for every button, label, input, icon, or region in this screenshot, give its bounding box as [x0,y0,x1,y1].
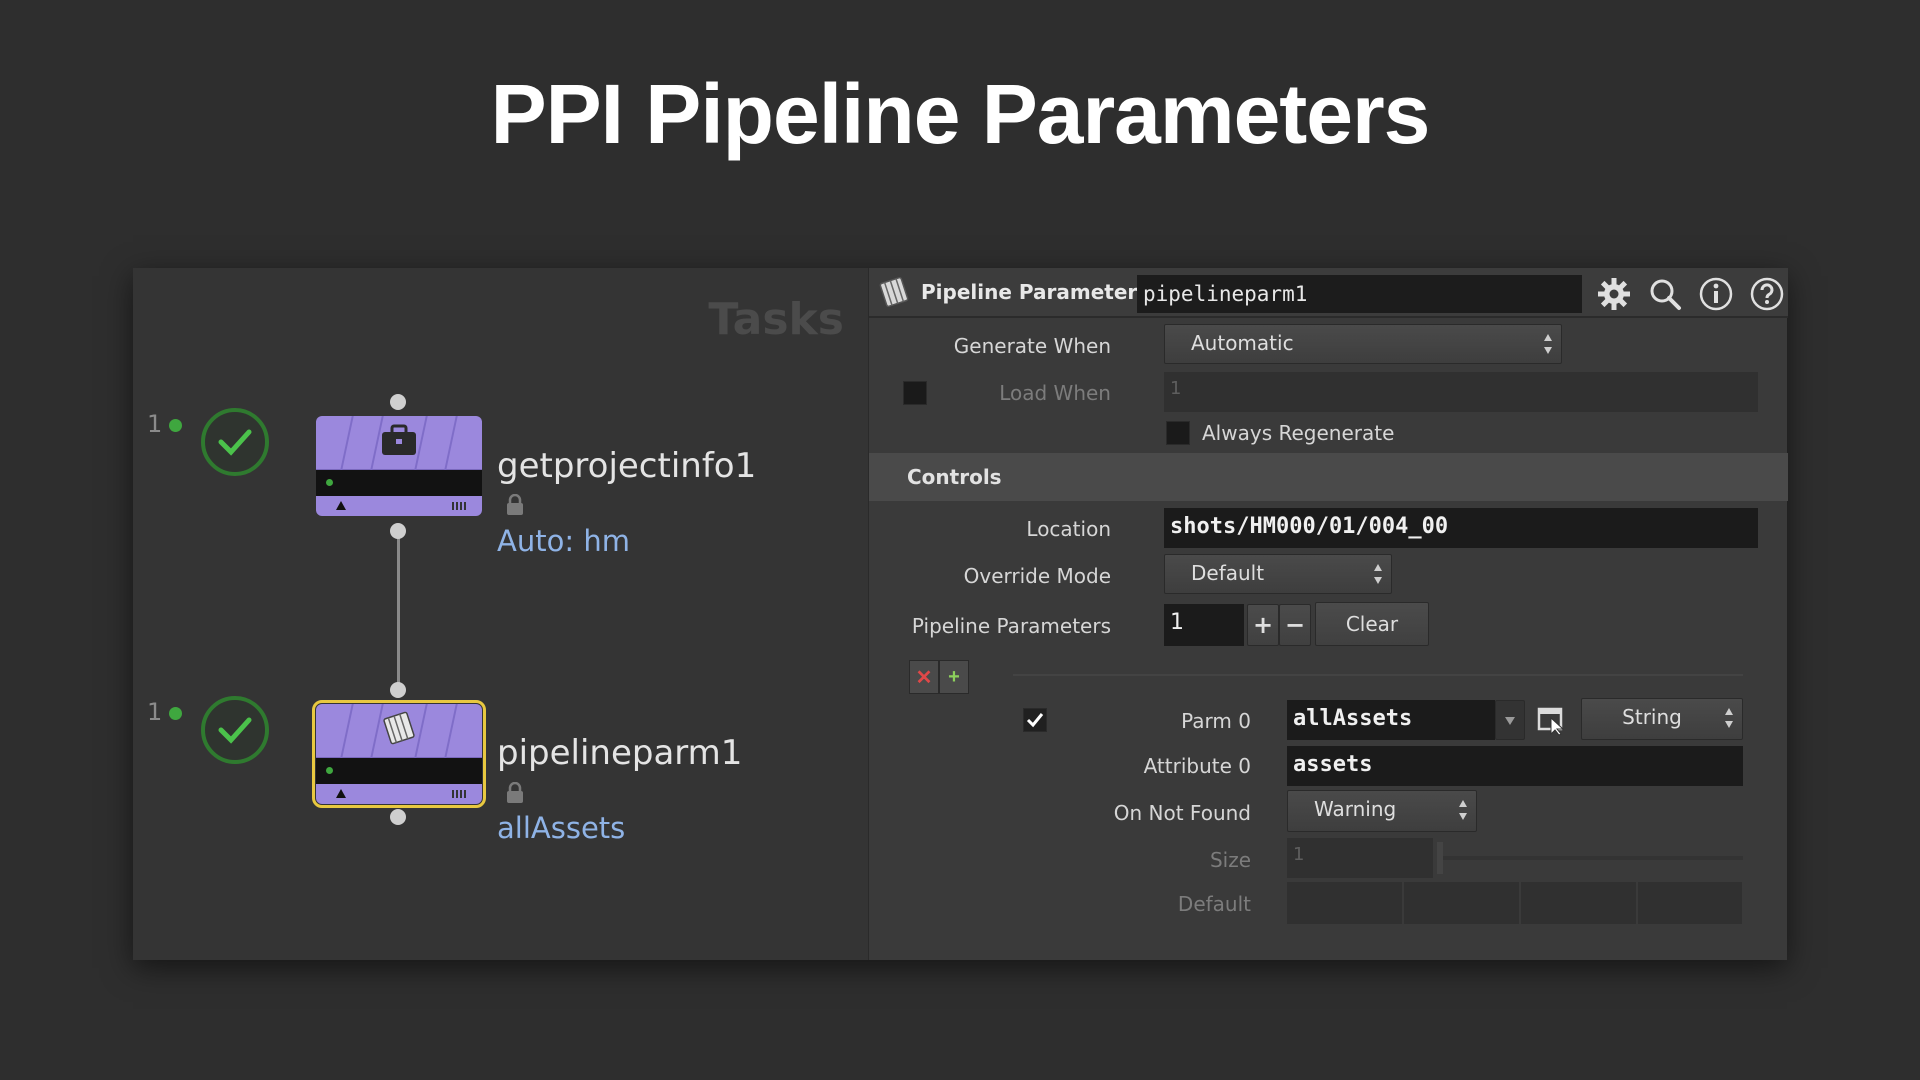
work-item-count: 1 [147,410,163,438]
add-parameter-button[interactable]: + [1247,604,1279,646]
default-label: Default [1177,892,1251,916]
scroll-icon [379,709,419,752]
load-when-field: 1 [1164,372,1758,412]
work-item-count: 1 [147,698,163,726]
input-port[interactable] [390,394,406,410]
node-sublabel: Auto: hm [497,524,630,558]
size-slider-handle [1437,842,1443,874]
cooked-status-icon[interactable] [201,408,269,476]
size-label: Size [1209,848,1251,872]
node-getprojectinfo1[interactable] [316,416,482,516]
parm0-type-value: String [1622,705,1682,729]
node-name-field[interactable]: pipelineparm1 [1137,275,1582,313]
location-field[interactable]: shots/HM000/01/004_00 [1164,508,1758,548]
gear-icon[interactable] [1596,276,1632,312]
network-view[interactable]: Tasks 1 getprojectinfo1 Auto: hm 1 pipel… [133,268,868,960]
cook-state-dot [169,707,182,720]
default-field-2 [1521,882,1637,924]
override-mode-menu[interactable]: Default [1164,554,1392,594]
pipeline-parameters-label: Pipeline Parameters [911,614,1111,638]
updown-arrows-icon [1374,564,1382,584]
always-regenerate-label: Always Regenerate [1202,421,1395,445]
scroll-icon [879,276,909,308]
size-slider-track [1437,856,1743,860]
parm0-field[interactable]: allAssets [1287,700,1495,740]
controls-section-title: Controls [907,465,1002,489]
size-field: 1 [1287,838,1433,878]
on-not-found-label: On Not Found [1113,801,1251,825]
default-field-3 [1638,882,1743,924]
cook-state-dot [169,419,182,432]
info-icon[interactable] [1698,276,1734,312]
parm0-dropdown[interactable] [1495,700,1525,740]
node-name-label: getprojectinfo1 [497,446,757,486]
location-label: Location [1026,517,1111,541]
remove-parameter-button[interactable]: − [1279,604,1311,646]
default-field-1 [1404,882,1520,924]
slide-title: PPI Pipeline Parameters [490,67,1431,161]
houdini-panel: Tasks 1 getprojectinfo1 Auto: hm 1 pipel… [133,268,1788,960]
generate-when-value: Automatic [1191,331,1294,355]
node-pipelineparm1[interactable] [312,700,486,808]
node-wire [397,530,400,694]
generate-when-label: Generate When [953,334,1111,358]
clear-button[interactable]: Clear [1315,602,1429,646]
insert-instance-icon[interactable]: + [939,660,969,694]
input-port[interactable] [390,682,406,698]
cooked-status-icon[interactable] [201,696,269,764]
lock-icon [507,494,523,515]
on-not-found-menu[interactable]: Warning [1287,790,1477,832]
attribute0-label: Attribute 0 [1143,754,1251,778]
load-when-label: Load When [999,381,1111,405]
updown-arrows-icon [1459,800,1467,820]
always-regenerate-checkbox[interactable] [1166,421,1190,445]
updown-arrows-icon [1725,708,1733,728]
parm0-label: Parm 0 [1181,709,1251,733]
updown-arrows-icon [1544,334,1552,354]
override-mode-label: Override Mode [963,564,1111,588]
help-icon[interactable] [1749,276,1785,312]
parm0-type-menu[interactable]: String [1581,698,1743,740]
node-name-label: pipelineparm1 [497,733,743,773]
pipeline-parameters-count[interactable]: 1 [1164,604,1244,646]
lock-icon [507,782,523,803]
generate-when-menu[interactable]: Automatic [1164,324,1562,364]
parm0-enable-checkbox[interactable] [1023,708,1047,732]
node-sublabel: allAssets [497,811,626,845]
output-port[interactable] [390,523,406,539]
parameter-editor: Pipeline Parameters pipelineparm1 Genera… [868,268,1788,960]
parm-picker-icon[interactable] [1537,704,1567,736]
controls-section-header[interactable]: Controls [869,453,1788,501]
output-port[interactable] [390,809,406,825]
multiparm-divider [1013,674,1743,676]
briefcase-icon [379,423,419,462]
checkmark-icon [1026,713,1044,728]
delete-instance-icon[interactable]: ✕ [909,660,939,694]
node-type-label: Pipeline Parameters [921,280,1150,304]
search-icon[interactable] [1647,276,1683,312]
parameter-header: Pipeline Parameters pipelineparm1 [869,268,1788,318]
override-mode-value: Default [1191,561,1265,585]
chevron-down-icon [1505,717,1515,725]
attribute0-field[interactable]: assets [1287,746,1743,786]
default-field-0 [1287,882,1403,924]
on-not-found-value: Warning [1314,797,1397,821]
tasks-context-label: Tasks [708,294,844,345]
